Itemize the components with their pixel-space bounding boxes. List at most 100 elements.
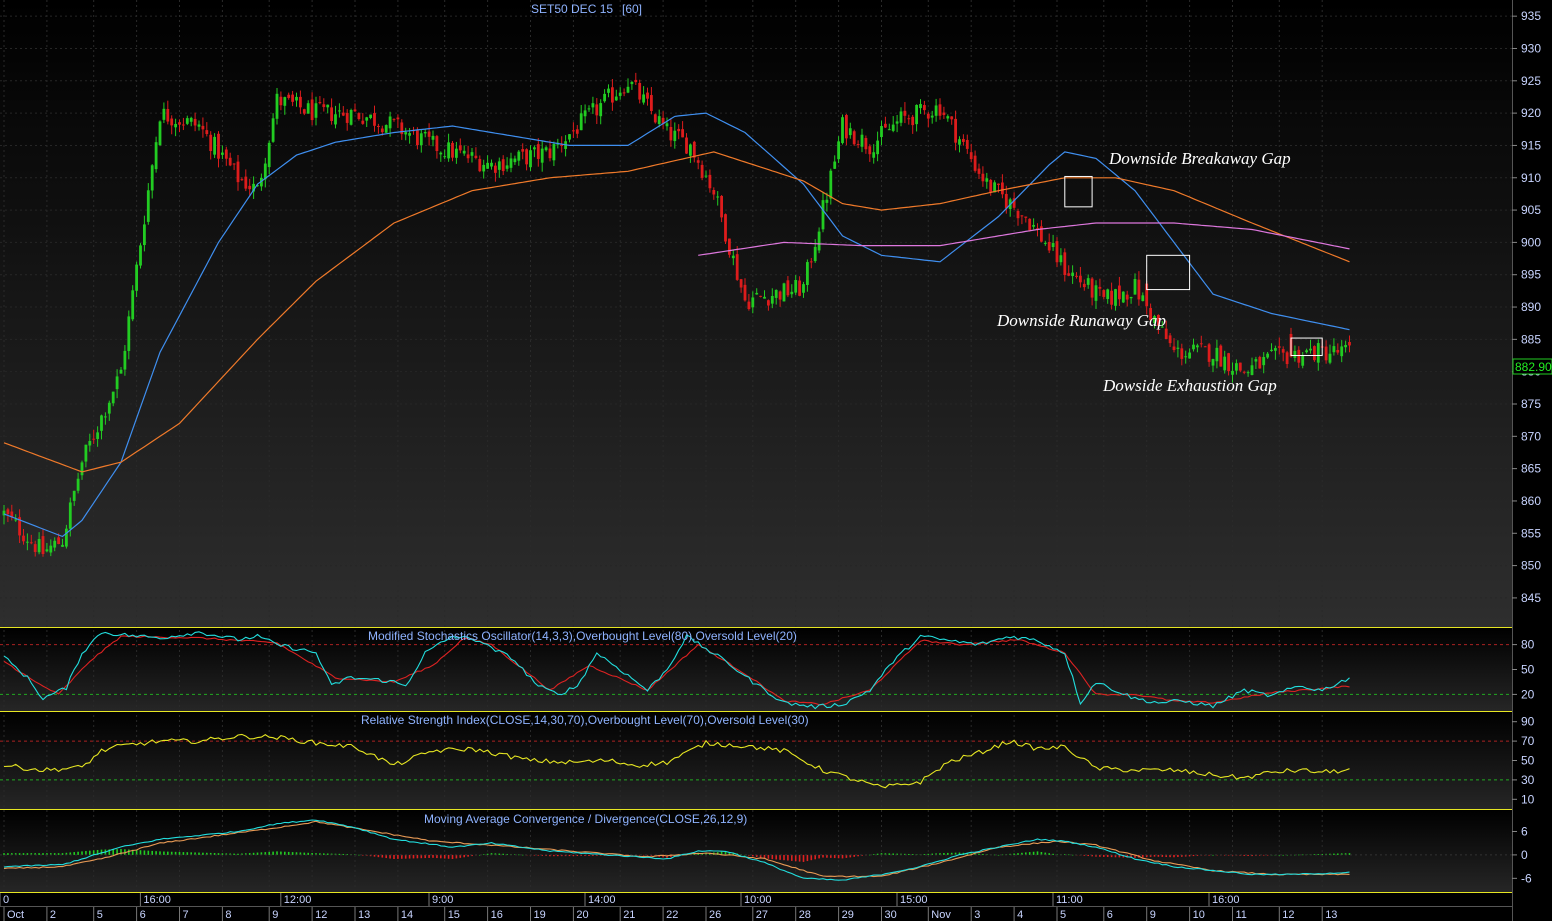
hour-tick-label: 12:00	[284, 894, 312, 906]
macd-histogram-bar	[22, 853, 25, 855]
price-tick-label: 900	[1521, 235, 1541, 249]
candle-down	[595, 104, 599, 116]
candle-up	[1114, 289, 1117, 306]
macd-histogram-bar	[498, 853, 501, 855]
macd-histogram-bar	[802, 854, 805, 862]
chart-title: SET50 DEC 15	[531, 2, 613, 16]
macd-histogram-bar	[927, 853, 930, 855]
macd-histogram-bar	[7, 853, 9, 855]
candle-down	[178, 122, 181, 125]
day-tick-label: 2	[50, 909, 56, 921]
candle-down	[965, 139, 969, 149]
macd-histogram-bar	[841, 854, 844, 859]
macd-histogram-bar	[163, 851, 165, 855]
candle-up	[587, 108, 591, 110]
candle-up	[841, 117, 844, 144]
candle-down	[228, 157, 232, 166]
candle-up	[37, 539, 41, 553]
macd-histogram-bar	[978, 853, 980, 855]
candle-down	[700, 164, 704, 178]
candle-down	[786, 280, 790, 296]
candle-up	[689, 144, 692, 156]
candle-up	[388, 116, 392, 129]
candle-down	[954, 118, 957, 143]
candle-down	[1238, 362, 1242, 371]
indicator-tick-label: 90	[1521, 715, 1535, 729]
candle-down	[291, 94, 294, 102]
candle-up	[1086, 278, 1090, 285]
day-tick-label: 8	[225, 909, 231, 921]
macd-histogram-bar	[1212, 854, 1214, 856]
candle-down	[33, 544, 37, 552]
candle-down	[427, 131, 431, 137]
candle-up	[338, 110, 341, 112]
candle-up	[704, 175, 708, 177]
macd-histogram-bar	[291, 852, 294, 855]
macd-histogram-bar	[482, 854, 485, 855]
macd-histogram-bar	[303, 852, 306, 855]
candle-down	[572, 130, 575, 132]
hour-tick-label: 11:00	[1056, 894, 1083, 906]
candle-up	[790, 291, 794, 295]
candle-up	[271, 118, 275, 142]
day-tick-label: 10	[1193, 909, 1205, 921]
candle-down	[845, 115, 848, 139]
candle-up	[899, 111, 903, 123]
macd-histogram-bar	[1247, 854, 1249, 856]
candle-up	[1250, 365, 1254, 375]
candle-down	[864, 138, 868, 150]
macd-histogram-bar	[3, 853, 5, 855]
candle-up	[1141, 295, 1145, 302]
candle-up	[958, 139, 961, 145]
macd-histogram-bar	[794, 854, 797, 862]
candle-up	[1309, 348, 1312, 351]
macd-histogram-bar	[202, 852, 204, 855]
macd-histogram-bar	[1337, 853, 1339, 855]
candle-up	[529, 150, 532, 168]
candle-down	[1277, 346, 1281, 348]
macd-histogram-bar	[798, 854, 801, 862]
macd-histogram-bar	[1208, 854, 1210, 856]
candle-up	[213, 136, 216, 155]
candle-up	[1293, 350, 1297, 358]
time-axis: 0 16:00 12:00 9:00 14:00 10:00 15:00 11:00 16:00…	[0, 893, 1512, 921]
candle-up	[439, 152, 443, 155]
candle-up	[509, 158, 513, 168]
candle-down	[809, 261, 813, 263]
macd-histogram-bar	[521, 854, 524, 856]
macd-histogram-bar	[1036, 851, 1039, 855]
day-tick-label: 5	[1060, 909, 1066, 921]
day-tick-label: 27	[756, 909, 768, 921]
candle-down	[1219, 345, 1223, 367]
candle-down	[494, 165, 497, 173]
candle-down	[205, 130, 209, 135]
candle-up	[53, 540, 57, 548]
candle-up	[1196, 345, 1199, 348]
candle-down	[1172, 346, 1176, 351]
candle-down	[743, 284, 747, 301]
macd-histogram-bar	[393, 854, 395, 860]
candle-up	[829, 170, 833, 199]
candle-up	[123, 350, 127, 370]
candle-up	[306, 103, 310, 114]
candle-up	[1340, 346, 1344, 357]
macd-histogram-bar	[1067, 854, 1070, 856]
candle-up	[770, 295, 774, 304]
candle-down	[981, 173, 985, 182]
candle-up	[100, 415, 103, 431]
candle-up	[61, 544, 64, 547]
candle-up	[1344, 344, 1347, 348]
candle-up	[221, 152, 224, 155]
candle-down	[708, 174, 712, 189]
candle-down	[29, 542, 33, 544]
candle-up	[802, 284, 805, 293]
candle-up	[817, 231, 821, 251]
price-tick-label: 890	[1521, 300, 1541, 314]
candle-down	[244, 176, 248, 189]
macd-histogram-bar	[159, 851, 161, 855]
candle-down	[1082, 283, 1086, 288]
candle-up	[1266, 353, 1269, 358]
candle-up	[591, 103, 595, 108]
macd-histogram-bar	[533, 854, 536, 856]
candle-up	[1071, 272, 1074, 277]
